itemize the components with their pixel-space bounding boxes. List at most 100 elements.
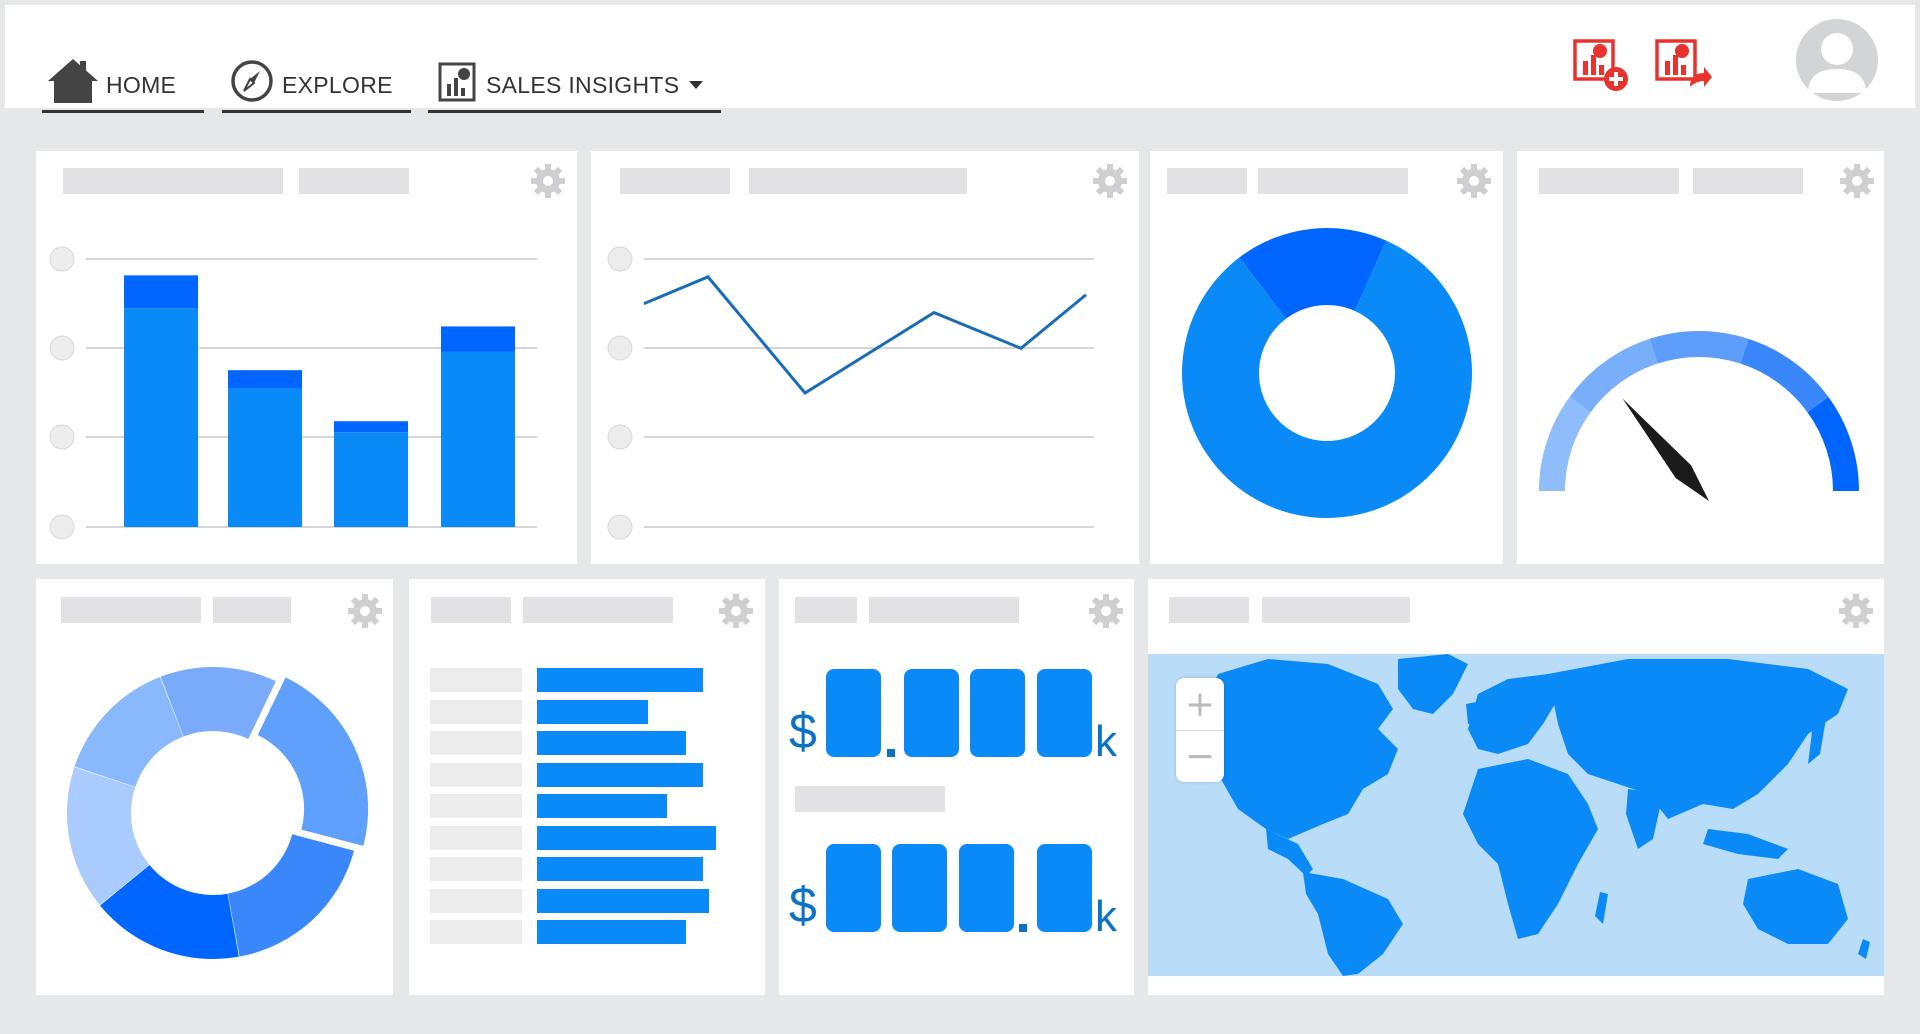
nav-explore[interactable]: EXPLORE (222, 55, 411, 113)
donut-slice (1182, 240, 1472, 518)
new-report-button[interactable] (1572, 37, 1632, 93)
axis-tick-marker (607, 424, 633, 450)
kpi-2-currency: $ (789, 877, 817, 933)
gear-icon[interactable] (1092, 163, 1128, 199)
kpi-card: $ k $ k (779, 579, 1134, 995)
card-title-placeholder (1539, 168, 1679, 194)
donut-slice-group (100, 864, 239, 959)
kpi-2-digit (892, 844, 947, 932)
report-share-icon (1655, 39, 1712, 87)
row-label-placeholder (430, 699, 522, 724)
home-icon (48, 58, 98, 103)
zoom-out-button[interactable]: − (1176, 730, 1224, 782)
gear-icon-glyph (1839, 594, 1873, 628)
donut-slice (160, 667, 276, 739)
bar-cap (124, 275, 198, 309)
kpi-2-digit (826, 844, 881, 932)
share-report-button[interactable] (1654, 37, 1714, 93)
line-chart-card (591, 151, 1139, 564)
row-label-placeholder (430, 825, 522, 850)
donut-slice (227, 834, 355, 957)
bar-chart-card (36, 151, 577, 564)
horizontal-bar-chart (409, 579, 765, 995)
kpi-1-digit (904, 669, 959, 757)
kpi-2-decimal-point (1019, 924, 1027, 932)
gauge-card (1517, 151, 1884, 564)
top-nav-bar: HOME EXPLORE SALES INSIGHTS (5, 5, 1915, 113)
gear-icon-glyph (1089, 594, 1123, 628)
card-title-placeholder (61, 597, 201, 623)
donut-slice (100, 864, 239, 959)
axis-tick-marker (49, 514, 75, 540)
nav-home[interactable]: HOME (42, 55, 204, 113)
kpi-1-digit (1037, 669, 1092, 757)
horizontal-bar (537, 762, 703, 787)
card-title-placeholder (1169, 597, 1249, 623)
card-subtitle-placeholder (1258, 168, 1408, 194)
gauge-band (1649, 331, 1749, 364)
gauge-band (1740, 338, 1829, 413)
gear-icon[interactable] (1838, 593, 1874, 629)
card-subtitle-placeholder (1262, 597, 1410, 623)
kpi-1-currency: $ (789, 703, 817, 759)
gear-icon[interactable] (1088, 593, 1124, 629)
nav-home-label: HOME (106, 72, 177, 98)
axis-tick-marker (607, 514, 633, 540)
world-map[interactable]: + − (1148, 654, 1884, 976)
gear-icon[interactable] (1839, 163, 1875, 199)
bar (228, 388, 302, 527)
donut-slice (74, 676, 184, 787)
donut-slice-group (227, 834, 355, 957)
card-subtitle-placeholder (869, 597, 1019, 623)
bar (441, 351, 515, 527)
gear-icon[interactable] (530, 163, 566, 199)
chevron-down-icon (689, 80, 704, 89)
gauge-needle (1622, 398, 1709, 501)
gauge-band (1539, 396, 1591, 491)
gear-icon-glyph (1093, 164, 1127, 198)
gear-icon-glyph (1840, 164, 1874, 198)
row-label-placeholder (430, 794, 522, 818)
nav-sales-insights[interactable]: SALES INSIGHTS (428, 55, 721, 113)
card-subtitle-placeholder (749, 168, 967, 194)
donut-slice-group (67, 767, 150, 905)
nav-explore-label: EXPLORE (282, 72, 393, 98)
card-title-placeholder (620, 168, 730, 194)
kpi-2-digit (959, 844, 1014, 932)
donut-slice (67, 767, 150, 905)
kpi-2-unit: k (1095, 892, 1117, 941)
bar-cap (228, 370, 302, 389)
gear-icon-glyph (531, 164, 565, 198)
kpi-label-placeholder (795, 786, 945, 812)
donut-slice-group (74, 676, 184, 787)
compass-icon (230, 59, 274, 103)
horizontal-bar (537, 857, 703, 881)
report-icon (438, 60, 478, 102)
horizontal-bar (537, 825, 716, 850)
gear-icon[interactable] (1456, 163, 1492, 199)
kpi-1-decimal-point (887, 749, 895, 757)
nav-sales-insights-label: SALES INSIGHTS (486, 72, 680, 98)
axis-tick-marker (49, 246, 75, 272)
row-label-placeholder (430, 888, 522, 913)
card-title-placeholder (795, 597, 857, 623)
kpi-2-digit (1037, 844, 1092, 932)
row-label-placeholder (430, 762, 522, 787)
zoom-in-button[interactable]: + (1176, 678, 1224, 731)
bar-chart (49, 246, 537, 540)
axis-tick-marker (49, 424, 75, 450)
report-add-icon (1573, 39, 1628, 91)
kpi-1-digit (826, 669, 881, 757)
horizontal-bar (537, 731, 687, 755)
axis-tick-marker (607, 246, 633, 272)
user-icon (1808, 33, 1866, 93)
gear-icon[interactable] (347, 593, 383, 629)
gauge-chart (1539, 331, 1859, 501)
horizontal-bar (537, 888, 710, 913)
card-title-placeholder (1167, 168, 1247, 194)
avatar[interactable] (1796, 19, 1878, 101)
donut-slice-group (160, 667, 276, 739)
row-label-placeholder (430, 857, 522, 881)
segmented-donut-card (36, 579, 393, 995)
world-map-land (1198, 654, 1870, 976)
